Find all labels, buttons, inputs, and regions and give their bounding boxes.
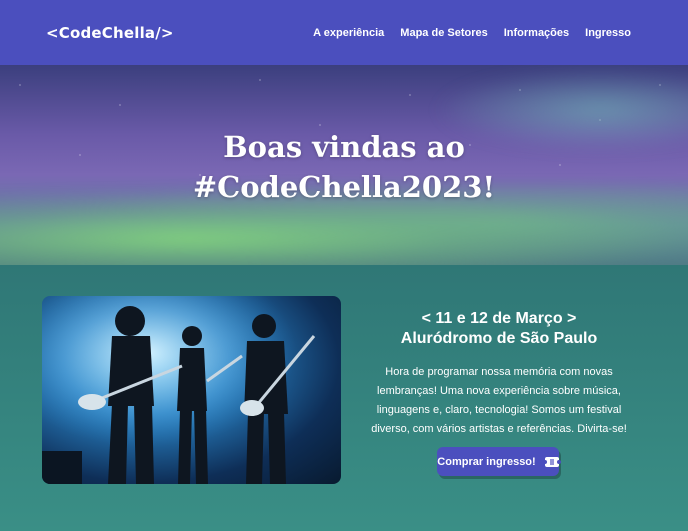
hero-title-line2: #CodeChella2023!	[192, 170, 496, 204]
nav-link-informacoes[interactable]: Informações	[504, 27, 569, 39]
hero-title-line1: Boas vindas ao	[223, 130, 465, 164]
band-photo-illustration	[42, 296, 341, 484]
nav-link-experiencia[interactable]: A experiência	[313, 27, 384, 39]
event-description: Hora de programar nossa memória com nova…	[371, 366, 627, 435]
event-venue: Aluródromo de São Paulo	[400, 330, 598, 347]
main-nav: A experiência Mapa de Setores Informaçõe…	[313, 27, 631, 39]
logo[interactable]: <CodeChella/>	[46, 24, 174, 42]
site-header: <CodeChella/> A experiência Mapa de Seto…	[0, 0, 688, 65]
event-section: < 11 e 12 de Março > Aluródromo de São P…	[0, 265, 688, 531]
nav-link-ingresso[interactable]: Ingresso	[585, 27, 631, 39]
buy-ticket-label: Comprar ingresso!	[437, 455, 536, 468]
buy-ticket-button[interactable]: Comprar ingresso!	[437, 447, 561, 476]
event-info: < 11 e 12 de Março > Aluródromo de São P…	[369, 309, 629, 439]
nav-link-mapa-setores[interactable]: Mapa de Setores	[400, 27, 487, 39]
ticket-icon	[542, 456, 561, 467]
hero-title: Boas vindas ao #CodeChella2023!	[0, 127, 688, 207]
band-photo	[42, 296, 341, 484]
hero-banner: Boas vindas ao #CodeChella2023!	[0, 65, 688, 265]
event-date: < 11 e 12 de Março >	[421, 310, 577, 327]
